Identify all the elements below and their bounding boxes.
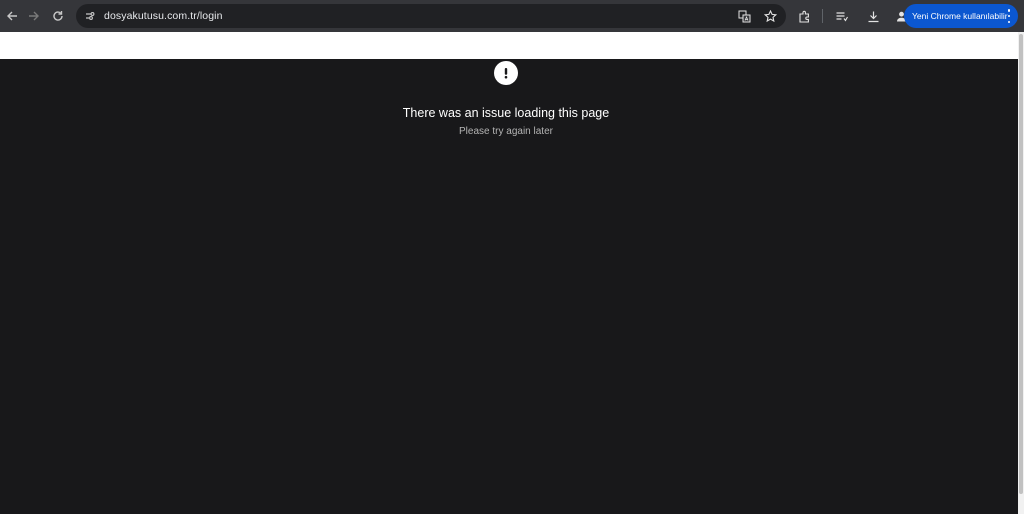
- download-icon: [868, 11, 878, 22]
- address-bar[interactable]: dosyakutusu.com.tr/login: [76, 4, 786, 28]
- reading-list-button[interactable]: [831, 6, 851, 26]
- download-button[interactable]: [863, 6, 883, 26]
- site-info-icon: [86, 12, 95, 20]
- page-content: There was an issue loading this page Ple…: [0, 59, 1018, 514]
- back-icon: [7, 11, 17, 21]
- error-title: There was an issue loading this page: [402, 106, 610, 120]
- scrollbar[interactable]: [1018, 32, 1024, 514]
- site-info-button[interactable]: [80, 6, 100, 26]
- exclamation-icon: [494, 61, 518, 85]
- forward-icon: [29, 11, 39, 21]
- reload-button[interactable]: [46, 4, 70, 28]
- page-header-band: [0, 32, 1018, 59]
- kebab-menu-icon[interactable]: [1006, 9, 1012, 23]
- extensions-button[interactable]: [794, 6, 814, 26]
- forward-button[interactable]: [22, 4, 46, 28]
- browser-toolbar: dosyakutusu.com.tr/login Yeni Chrome kul…: [0, 0, 1024, 32]
- update-label: Yeni Chrome kullanılabilir: [912, 11, 1008, 21]
- toolbar-divider: [822, 9, 823, 23]
- reload-icon: [53, 11, 63, 21]
- bookmark-star-icon: [763, 9, 777, 22]
- chrome-update-button[interactable]: Yeni Chrome kullanılabilir: [904, 4, 1018, 28]
- translate-icon: [738, 10, 750, 22]
- back-button[interactable]: [0, 4, 24, 28]
- reading-list-icon: [836, 11, 848, 21]
- scrollbar-thumb[interactable]: [1019, 34, 1023, 494]
- error-subtitle: Please try again later: [459, 126, 553, 137]
- translate-button[interactable]: [734, 6, 754, 26]
- url-text[interactable]: dosyakutusu.com.tr/login: [104, 10, 223, 22]
- extensions-icon: [798, 10, 809, 23]
- bookmark-button[interactable]: [760, 6, 780, 26]
